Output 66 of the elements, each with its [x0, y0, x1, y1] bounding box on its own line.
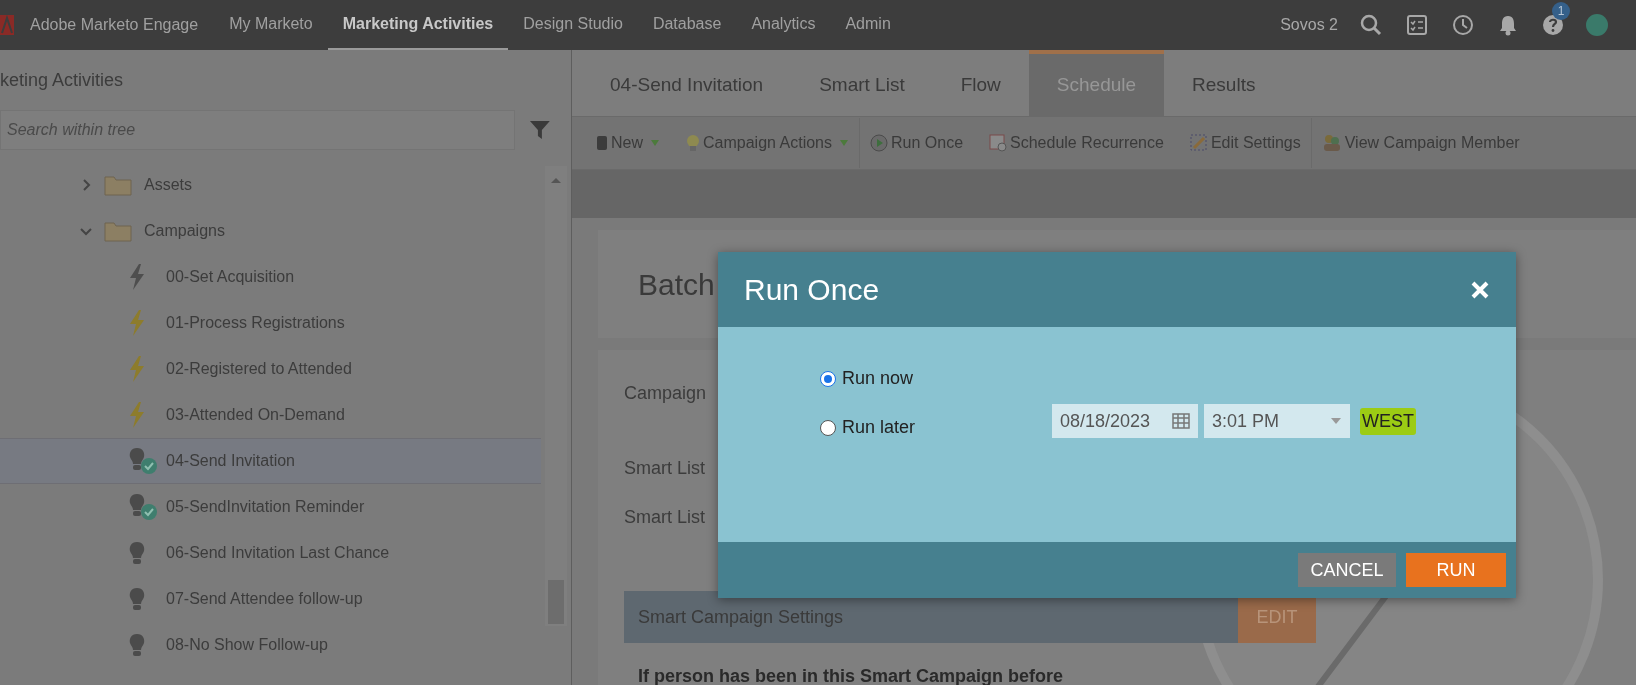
settings-text: If person has been in this Smart Campaign before [638, 665, 1065, 685]
tree-item[interactable]: 06-Send Invitation Last Chance [0, 530, 541, 576]
search-icon[interactable] [1360, 14, 1382, 36]
tree-item[interactable]: 07-Send Attendee follow-up [0, 576, 541, 622]
toolbar-button[interactable]: View Campaign Member [1315, 131, 1526, 155]
toolbar-button[interactable]: Edit Settings [1183, 131, 1307, 155]
document-icon [596, 135, 608, 151]
calendar-icon[interactable] [1172, 413, 1190, 429]
toolbar-button[interactable]: Run Once [864, 131, 970, 155]
filter-icon[interactable] [529, 119, 551, 141]
radio-option[interactable]: Run later [820, 414, 916, 441]
tree-item[interactable]: Assets [0, 162, 541, 208]
tree-item[interactable]: 08-No Show Follow-up [0, 622, 541, 668]
field-label: Smart List [624, 506, 707, 529]
folder-icon [104, 174, 132, 196]
product-name: Adobe Marketo Engage [30, 15, 199, 35]
lightbulb-icon [686, 134, 700, 152]
calendar-icon [989, 134, 1008, 152]
nav-tab[interactable]: Admin [830, 0, 906, 50]
avatar[interactable] [1586, 14, 1608, 36]
tree-item[interactable]: Campaigns [0, 208, 541, 254]
card-title: Batch [638, 266, 715, 303]
toolbar-button[interactable]: Schedule Recurrence [983, 131, 1170, 155]
field-label: Smart List [624, 457, 707, 480]
nav-tab[interactable]: Design Studio [508, 0, 638, 50]
toolbar-button[interactable]: Campaign Actions [680, 131, 855, 155]
nav-tab[interactable]: Analytics [736, 0, 831, 50]
nav-tab[interactable]: My Marketo [214, 0, 328, 50]
timezone-label: WEST [1360, 407, 1416, 435]
play-icon [870, 134, 888, 152]
chevron-right-icon[interactable] [80, 179, 92, 191]
caret-down-icon [1330, 417, 1342, 425]
tree-item[interactable]: 01-Process Registrations [0, 300, 541, 346]
tree-item[interactable]: 05-SendInvitation Reminder [0, 484, 541, 530]
tab[interactable]: Smart List [791, 50, 933, 116]
notification-badge: 1 [1552, 2, 1570, 20]
time-select[interactable]: 3:01 PM [1204, 404, 1350, 438]
tab[interactable]: Flow [932, 50, 1029, 116]
close-icon[interactable] [1470, 279, 1490, 300]
checklist-icon[interactable] [1406, 14, 1428, 36]
tree-item[interactable]: 04-Send Invitation [0, 438, 541, 484]
workspace-name[interactable]: Sovos 2 [1280, 13, 1338, 37]
tree-item[interactable]: 00-Set Acquisition [0, 254, 541, 300]
dialog-title: Run Once [744, 272, 880, 308]
edit-icon [1189, 134, 1208, 152]
nav-tab[interactable]: Database [637, 0, 737, 50]
radio-button[interactable] [820, 419, 836, 436]
tree-item[interactable]: 03-Attended On-Demand [0, 392, 541, 438]
tab[interactable]: Results [1164, 50, 1284, 116]
run-button[interactable]: RUN [1406, 553, 1506, 587]
radio-button[interactable] [820, 370, 836, 387]
toolbar-button[interactable]: New [590, 131, 666, 155]
field-label: Campaign [624, 382, 708, 405]
tree-item[interactable]: 02-Registered to Attended [0, 346, 541, 392]
help-icon[interactable] [1542, 14, 1564, 36]
cancel-button[interactable]: CANCEL [1298, 553, 1396, 587]
sidebar-title: keting Activities [0, 68, 125, 92]
folder-icon [104, 220, 132, 242]
chevron-down-icon[interactable] [80, 225, 92, 237]
bell-icon[interactable] [1498, 14, 1518, 36]
people-icon [1321, 134, 1342, 152]
radio-option[interactable]: Run now [820, 365, 916, 392]
tab[interactable]: 04-Send Invitation [582, 50, 792, 116]
date-field[interactable]: 08/18/2023 [1052, 404, 1198, 438]
clock-icon[interactable] [1452, 14, 1474, 36]
scrollbar[interactable] [545, 166, 567, 626]
